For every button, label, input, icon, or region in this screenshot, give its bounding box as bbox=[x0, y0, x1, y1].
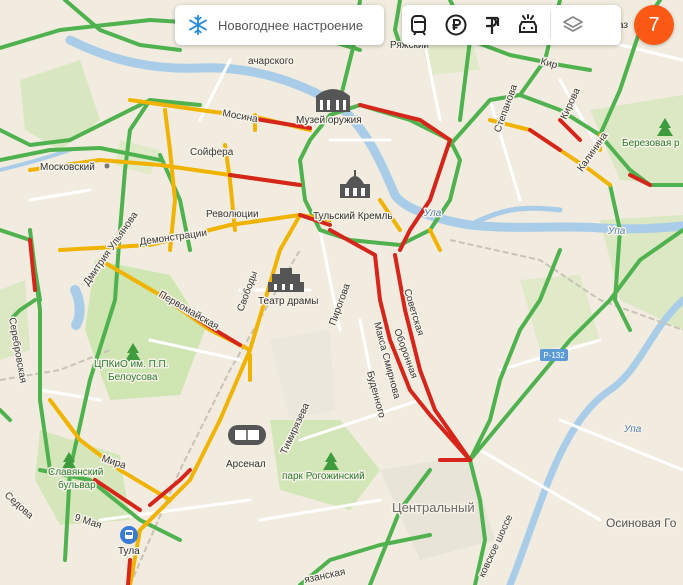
svg-text:Березовая р: Березовая р bbox=[622, 138, 680, 149]
new-year-mood-button[interactable]: Новогоднее настроение bbox=[175, 5, 384, 45]
road-shield-r132: Р-132 bbox=[540, 349, 568, 361]
road-events-button[interactable] bbox=[510, 5, 546, 45]
svg-text:Сойфера: Сойфера bbox=[190, 146, 234, 158]
svg-text:Московский: Московский bbox=[40, 162, 95, 173]
parking-button[interactable] bbox=[474, 5, 510, 45]
transport-icon bbox=[411, 15, 426, 36]
svg-text:Ула: Ула bbox=[423, 208, 442, 219]
svg-text:парк Рогожинский: парк Рогожинский bbox=[282, 471, 365, 482]
svg-text:Революции: Революции bbox=[206, 209, 259, 220]
svg-text:Р-132: Р-132 bbox=[543, 351, 565, 360]
parking-icon bbox=[486, 16, 500, 34]
svg-text:Центральный: Центральный bbox=[392, 500, 475, 515]
transport-button[interactable] bbox=[402, 5, 438, 45]
snowflake-icon bbox=[189, 14, 207, 36]
svg-text:Музей оружия: Музей оружия bbox=[296, 115, 362, 126]
svg-text:Тульский Кремль: Тульский Кремль bbox=[313, 211, 393, 222]
svg-text:Упа: Упа bbox=[607, 226, 626, 237]
train-station-icon[interactable] bbox=[120, 526, 138, 544]
layers-icon bbox=[563, 16, 583, 32]
tools-divider bbox=[550, 11, 551, 39]
map-canvas[interactable]: Р-132 ачарского Ряжский Мосина Сойфера Р… bbox=[0, 0, 683, 585]
map-tools bbox=[402, 5, 621, 45]
road-events-icon bbox=[519, 14, 537, 33]
traffic-score-badge[interactable]: 7 bbox=[634, 5, 674, 45]
svg-text:ачарского: ачарского bbox=[248, 56, 294, 67]
ruble-icon bbox=[445, 14, 467, 36]
ruble-button[interactable] bbox=[438, 5, 474, 45]
svg-text:Упа: Упа bbox=[623, 424, 642, 435]
svg-text:Белоусова: Белоусова bbox=[108, 372, 158, 383]
svg-text:Осиновая Го: Осиновая Го bbox=[606, 516, 677, 530]
svg-text:ЦПКиО им. П.П.: ЦПКиО им. П.П. bbox=[94, 359, 169, 370]
svg-text:Театр драмы: Театр драмы bbox=[258, 296, 318, 307]
stadium-icon[interactable] bbox=[228, 425, 266, 445]
mood-label: Новогоднее настроение bbox=[218, 17, 364, 33]
svg-text:Арсенал: Арсенал bbox=[226, 459, 266, 470]
metro-icon bbox=[104, 163, 110, 169]
layers-button[interactable] bbox=[555, 5, 591, 45]
svg-text:Славянский: Славянский bbox=[48, 467, 103, 478]
museum-icon[interactable] bbox=[316, 89, 350, 112]
svg-text:Тула: Тула bbox=[118, 546, 140, 557]
svg-text:бульвар: бульвар bbox=[58, 479, 96, 491]
